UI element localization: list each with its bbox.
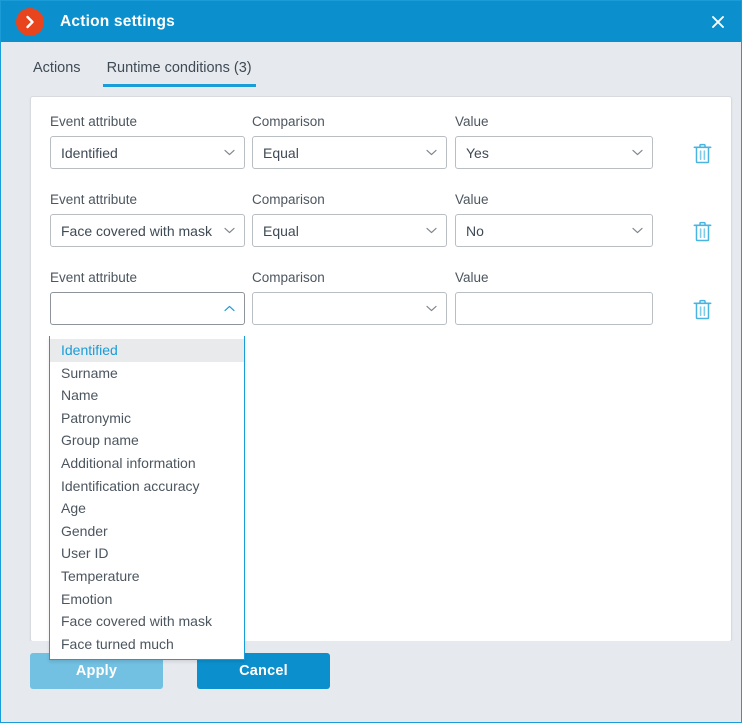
trash-icon [693, 143, 711, 163]
condition-row: Event attribute Face covered with mask C… [31, 175, 731, 253]
chevron-down-icon [426, 293, 437, 324]
trash-icon [693, 299, 711, 319]
comparison-value: Equal [263, 144, 299, 161]
dropdown-option[interactable]: Additional information [50, 452, 244, 475]
value-input[interactable] [455, 292, 653, 325]
chevron-down-icon [632, 215, 643, 246]
comparison-label: Comparison [252, 114, 325, 129]
event-attribute-select[interactable]: Face covered with mask [50, 214, 245, 247]
close-icon [712, 15, 724, 28]
value-value: Yes [466, 144, 489, 161]
dropdown-option[interactable]: Age [50, 497, 244, 520]
tab-bar: Actions Runtime conditions (3) [1, 42, 741, 92]
titlebar: Action settings [1, 1, 741, 42]
tab-runtime-conditions[interactable]: Runtime conditions (3) [102, 60, 256, 87]
condition-row: Event attribute Comparison Value [31, 253, 731, 331]
comparison-label: Comparison [252, 192, 325, 207]
value-label: Value [455, 114, 489, 129]
dropdown-option[interactable]: Emotion [50, 588, 244, 611]
event-attribute-field: Event attribute Face covered with mask [50, 192, 245, 247]
event-attribute-value: Identified [61, 144, 118, 161]
chevron-down-icon [426, 215, 437, 246]
delete-condition-button[interactable] [686, 293, 718, 325]
event-attribute-select[interactable]: Identified [50, 136, 245, 169]
value-label: Value [455, 270, 489, 285]
dropdown-option[interactable]: Face covered with mask [50, 610, 244, 633]
value-field: Value Yes [455, 114, 653, 169]
comparison-select[interactable]: Equal [252, 214, 447, 247]
comparison-field: Comparison Equal [252, 192, 447, 247]
value-value: No [466, 222, 484, 239]
value-field: Value [455, 270, 653, 325]
value-field: Value No [455, 192, 653, 247]
chevron-up-icon [224, 293, 235, 324]
delete-condition-button[interactable] [686, 215, 718, 247]
dropdown-option[interactable]: Temperature [50, 565, 244, 588]
event-attribute-value: Face covered with mask [61, 222, 212, 239]
dropdown-option[interactable]: Gender [50, 520, 244, 543]
condition-row: Event attribute Identified Comparison Eq… [31, 97, 731, 175]
delete-condition-button[interactable] [686, 137, 718, 169]
value-label: Value [455, 192, 489, 207]
tab-actions[interactable]: Actions [29, 60, 85, 87]
dropdown-option[interactable]: Patronymic [50, 407, 244, 430]
dropdown-option[interactable]: Identification accuracy [50, 475, 244, 498]
event-attribute-label: Event attribute [50, 192, 138, 207]
chevron-down-icon [224, 215, 235, 246]
comparison-field: Comparison Equal [252, 114, 447, 169]
event-attribute-field: Event attribute Identified [50, 114, 245, 169]
chevron-down-icon [426, 137, 437, 168]
conditions-list: Event attribute Identified Comparison Eq… [31, 97, 731, 331]
value-select[interactable]: No [455, 214, 653, 247]
dropdown-option[interactable]: User ID [50, 542, 244, 565]
dropdown-option[interactable]: Surname [50, 362, 244, 385]
page-title: Action settings [60, 12, 175, 30]
event-attribute-dropdown-list[interactable]: Identified Surname Name Patronymic Group nam… [49, 336, 245, 661]
action-settings-dialog: Action settings Actions Runtime conditio… [0, 0, 742, 723]
chevron-down-icon [224, 137, 235, 168]
chevron-right-circle-icon [16, 7, 44, 36]
close-button[interactable] [695, 1, 741, 42]
comparison-label: Comparison [252, 270, 325, 285]
dropdown-option[interactable]: Name [50, 384, 244, 407]
event-attribute-label: Event attribute [50, 270, 138, 285]
comparison-select[interactable]: Equal [252, 136, 447, 169]
comparison-field: Comparison [252, 270, 447, 325]
event-attribute-label: Event attribute [50, 114, 138, 129]
event-attribute-select[interactable] [50, 292, 245, 325]
trash-icon [693, 221, 711, 241]
dropdown-option[interactable]: Group name [50, 429, 244, 452]
comparison-value: Equal [263, 222, 299, 239]
dropdown-option[interactable]: Face turned much [50, 633, 244, 656]
dropdown-option[interactable]: Identified [50, 339, 244, 362]
chevron-down-icon [632, 137, 643, 168]
conditions-panel: Event attribute Identified Comparison Eq… [30, 96, 732, 661]
value-select[interactable]: Yes [455, 136, 653, 169]
comparison-select[interactable] [252, 292, 447, 325]
event-attribute-field: Event attribute [50, 270, 245, 325]
